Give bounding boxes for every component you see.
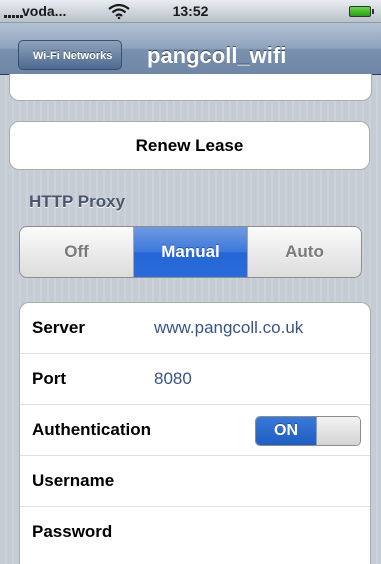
battery-icon <box>349 6 374 17</box>
http-proxy-segmented-control: Off Manual Auto <box>19 226 362 278</box>
authentication-row: Authentication ON <box>20 405 370 456</box>
back-button-label[interactable]: Wi-Fi Networks <box>18 40 123 70</box>
proxy-option-off[interactable]: Off <box>20 227 134 277</box>
port-field[interactable]: 8080 <box>154 369 192 389</box>
proxy-option-auto[interactable]: Auto <box>248 227 361 277</box>
proxy-settings-group: Server www.pangcoll.co.uk Port 8080 Auth… <box>19 302 371 564</box>
previous-group-tail <box>9 74 372 101</box>
toggle-knob[interactable] <box>316 417 360 445</box>
port-row[interactable]: Port 8080 <box>20 354 370 405</box>
status-bar: voda... 13:52 <box>0 0 381 23</box>
navigation-bar: Wi-Fi Networks pangcoll_wifi <box>0 23 381 75</box>
authentication-label: Authentication <box>32 420 151 439</box>
port-label: Port <box>32 369 66 388</box>
server-field[interactable]: www.pangcoll.co.uk <box>154 318 303 338</box>
http-proxy-header: HTTP Proxy <box>29 192 126 211</box>
renew-lease-button[interactable]: Renew Lease <box>9 121 370 170</box>
username-label: Username <box>32 471 115 490</box>
server-row[interactable]: Server www.pangcoll.co.uk <box>20 303 370 354</box>
status-time: 13:52 <box>172 3 209 19</box>
username-row[interactable]: Username <box>20 456 370 507</box>
server-label: Server <box>32 318 85 337</box>
proxy-option-manual[interactable]: Manual <box>134 227 248 277</box>
page-title: pangcoll_wifi <box>147 43 287 68</box>
password-row[interactable]: Password <box>20 507 370 558</box>
password-label: Password <box>32 522 113 541</box>
authentication-toggle[interactable]: ON <box>255 416 361 446</box>
toggle-state-label: ON <box>256 417 316 445</box>
